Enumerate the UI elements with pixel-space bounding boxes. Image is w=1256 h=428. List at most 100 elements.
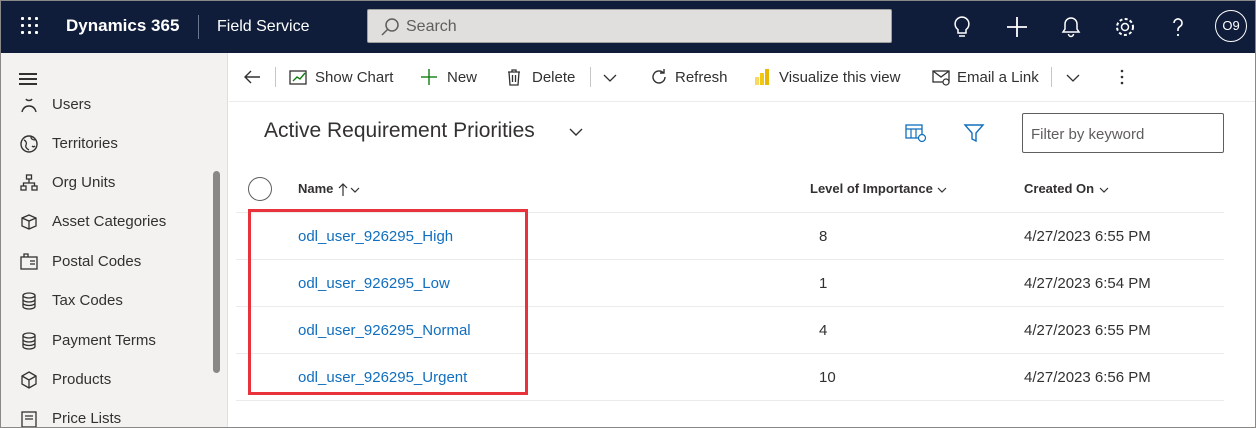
sidebar-item-label: Products (52, 371, 112, 388)
email-link-label: Email a Link (957, 69, 1039, 86)
sidebar-item-postal-codes[interactable]: Postal Codes (1, 244, 211, 280)
more-commands-button[interactable] (1112, 53, 1132, 101)
show-chart-label: Show Chart (315, 69, 394, 86)
delete-more-dropdown[interactable] (598, 53, 622, 101)
view-selector-chevron-icon[interactable] (568, 125, 584, 139)
chevron-down-icon (938, 187, 947, 193)
sidebar-item-territories[interactable]: Territories (1, 126, 211, 162)
annotation-highlight-box (248, 209, 528, 395)
plus-icon[interactable] (1004, 14, 1030, 40)
sidebar-item-price-lists[interactable]: Price Lists (1, 401, 211, 427)
gear-icon[interactable] (1112, 14, 1138, 40)
app-name[interactable]: Field Service (217, 18, 309, 36)
filter-keyword-input[interactable]: Filter by keyword (1022, 113, 1224, 153)
sidebar-item-label: Users (52, 96, 92, 113)
select-all-checkbox[interactable] (248, 177, 272, 201)
sidebar-item-org-units[interactable]: Org Units (1, 165, 211, 201)
delete-label: Delete (532, 69, 576, 86)
new-label: New (447, 69, 478, 86)
sidebar-item-asset-categories[interactable]: Asset Categories (1, 204, 211, 240)
org-units-icon (20, 174, 38, 191)
visualize-view-button[interactable]: Visualize this view (751, 53, 911, 101)
chevron-down-icon (1099, 187, 1109, 193)
edit-columns-icon[interactable] (904, 122, 928, 144)
search-placeholder: Search (406, 18, 457, 35)
filter-placeholder: Filter by keyword (1031, 126, 1145, 143)
sidebar-scrollbar[interactable] (213, 171, 220, 373)
cube-icon (21, 371, 37, 389)
level-cell: 4 (819, 322, 828, 339)
email-more-dropdown[interactable] (1061, 53, 1085, 101)
new-button[interactable]: New (417, 53, 482, 101)
help-icon[interactable] (1165, 14, 1191, 40)
sidebar-item-label: Payment Terms (52, 332, 156, 349)
column-header-level[interactable]: Level of Importance (810, 181, 948, 196)
sidebar-item-label: Territories (52, 135, 118, 152)
back-button[interactable] (237, 53, 267, 101)
email-link-button[interactable]: Email a Link (929, 53, 1044, 101)
topbar-divider (198, 15, 199, 39)
delete-button[interactable]: Delete (504, 53, 579, 101)
view-title[interactable]: Active Requirement Priorities (264, 119, 535, 143)
command-separator (1051, 67, 1052, 87)
refresh-icon (652, 69, 666, 84)
column-header-name[interactable]: Name (298, 181, 361, 197)
sidebar-item-label: Price Lists (52, 410, 122, 427)
show-chart-button[interactable]: Show Chart (285, 53, 400, 101)
level-cell: 1 (819, 275, 828, 292)
avatar[interactable]: O9 (1215, 10, 1247, 42)
sidebar-item-payment-terms[interactable]: Payment Terms (1, 323, 211, 359)
command-separator (275, 67, 276, 87)
command-separator (590, 67, 591, 87)
app-frame: Dynamics 365 Field Service Search O9 Use… (0, 0, 1256, 428)
sidebar-item-label: Org Units (52, 174, 116, 191)
users-icon (21, 98, 37, 113)
asset-categories-icon (21, 214, 37, 230)
command-bar: Show Chart New Delete Refresh Visualize … (229, 53, 1255, 102)
sidebar: Users Territories Org Units Asset Catego… (1, 53, 228, 427)
trash-icon (508, 69, 520, 86)
back-arrow-icon (244, 70, 260, 84)
sidebar-item-label: Postal Codes (52, 253, 142, 270)
created-on-cell: 4/27/2023 6:55 PM (1024, 322, 1151, 339)
created-on-cell: 4/27/2023 6:56 PM (1024, 369, 1151, 386)
sort-ascending-icon (338, 182, 360, 196)
created-on-cell: 4/27/2023 6:54 PM (1024, 275, 1151, 292)
sidebar-item-label: Asset Categories (52, 213, 167, 230)
email-link-icon (932, 70, 950, 86)
hamburger-menu-icon[interactable] (19, 73, 37, 85)
filter-icon[interactable] (963, 122, 985, 144)
more-vertical-icon (1120, 69, 1124, 85)
globe-icon (20, 135, 38, 153)
sidebar-item-products[interactable]: Products (1, 362, 211, 398)
column-header-label: Created On (1024, 181, 1095, 196)
database-icon (22, 292, 36, 310)
chevron-down-icon (1066, 74, 1080, 82)
bell-icon[interactable] (1058, 14, 1084, 40)
column-header-label: Level of Importance (810, 181, 933, 196)
brand-title[interactable]: Dynamics 365 (66, 16, 179, 36)
column-header-created-on[interactable]: Created On (1024, 181, 1110, 196)
created-on-cell: 4/27/2023 6:55 PM (1024, 228, 1151, 245)
visualize-label: Visualize this view (779, 69, 901, 86)
sidebar-item-tax-codes[interactable]: Tax Codes (1, 283, 211, 319)
plus-icon (421, 69, 437, 85)
search-input[interactable]: Search (367, 9, 892, 43)
refresh-button[interactable]: Refresh (647, 53, 732, 101)
column-header-label: Name (298, 181, 334, 196)
power-bi-icon (755, 69, 769, 85)
level-cell: 10 (819, 369, 836, 386)
grid-header: Name Level of Importance Created On (236, 169, 1224, 213)
postal-codes-icon (20, 253, 38, 270)
level-cell: 8 (819, 228, 828, 245)
app-launcher-icon[interactable] (19, 15, 41, 37)
lightbulb-icon[interactable] (949, 14, 975, 40)
sidebar-item-users[interactable]: Users (1, 87, 211, 123)
database-icon (22, 332, 36, 350)
price-list-icon (21, 411, 37, 427)
chart-icon (289, 70, 307, 85)
sidebar-item-label: Tax Codes (52, 292, 123, 309)
search-icon (381, 18, 399, 36)
top-bar: Dynamics 365 Field Service Search O9 (1, 1, 1255, 53)
chevron-down-icon (603, 74, 617, 82)
